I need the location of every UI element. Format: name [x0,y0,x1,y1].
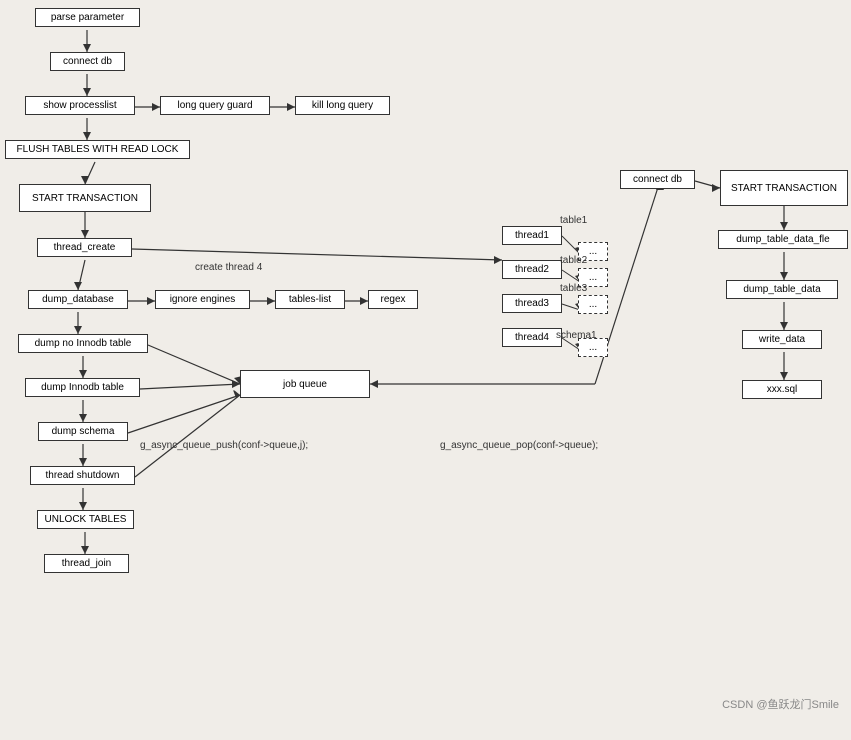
long-query-guard-box: long query guard [160,96,270,115]
regex-box: regex [368,290,418,309]
connect-db2-box: connect db [620,170,695,189]
watermark: CSDN @鱼跃龙门Smile [722,696,839,712]
table3-dot-box: ... [578,295,608,314]
g-async-pop-label: g_async_queue_pop(conf->queue); [440,440,598,451]
dump-no-innodb-box: dump no Innodb table [18,334,148,353]
job-queue-box: job queue [240,370,370,398]
thread2-box: thread2 [502,260,562,279]
start-transaction2-box: START TRANSACTION [720,170,848,206]
write-data-box: write_data [742,330,822,349]
thread-join-box: thread_join [44,554,129,573]
ignore-engines-box: ignore engines [155,290,250,309]
xxx-sql-box: xxx.sql [742,380,822,399]
table2-label: table2 [560,255,587,266]
flush-tables-box: FLUSH TABLES WITH READ LOCK [5,140,190,159]
g-async-push-label: g_async_queue_push(conf->queue,j); [140,440,308,451]
unlock-tables-box: UNLOCK TABLES [37,510,134,529]
show-processlist-box: show processlist [25,96,135,115]
thread3-box: thread3 [502,294,562,313]
table1-label: table1 [560,215,587,226]
kill-long-query-box: kill long query [295,96,390,115]
dump-table-data-box: dump_table_data [726,280,838,299]
dump-schema-box: dump schema [38,422,128,441]
parse-parameter-box: parse parameter [35,8,140,27]
connect-db-box: connect db [50,52,125,71]
thread1-box: thread1 [502,226,562,245]
thread-create-box: thread_create [37,238,132,257]
thread4-box: thread4 [502,328,562,347]
dump-database-box: dump_database [28,290,128,309]
tables-list-box: tables-list [275,290,345,309]
create-thread4-label: create thread 4 [195,262,262,273]
diagram-container: parse parameter connect db show processl… [0,0,851,720]
dump-table-data-file-box: dump_table_data_fle [718,230,848,249]
start-transaction-box: START TRANSACTION [19,184,151,212]
thread-shutdown-box: thread shutdown [30,466,135,485]
table3-label: table3 [560,283,587,294]
dump-innodb-box: dump Innodb table [25,378,140,397]
schema1-label: schema1 [556,330,597,341]
